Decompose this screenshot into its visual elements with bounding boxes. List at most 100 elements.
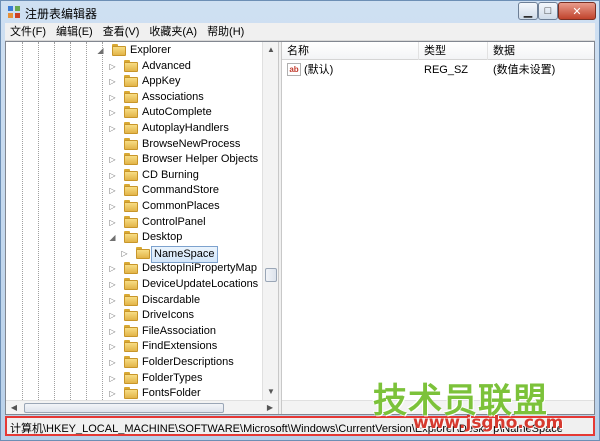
expand-arrow-icon[interactable]: ▷ <box>108 389 117 398</box>
tree-rows: ◢ Explorer ▷ Advanced ▷ AppKey ▷ Associations ▷ A… <box>6 42 261 400</box>
expand-arrow-icon[interactable]: ▷ <box>108 358 117 367</box>
tree-item-label: CommandStore <box>142 184 220 197</box>
tree-item-label: FolderDescriptions <box>142 356 234 368</box>
folder-icon <box>124 200 138 212</box>
tree-item[interactable]: ▷ Associations <box>6 90 261 106</box>
expand-arrow-icon[interactable]: ▷ <box>108 93 117 102</box>
tree-item-label: Desktop <box>142 231 183 244</box>
tree-item[interactable]: ◢ Desktop <box>6 230 261 246</box>
tree-item-label: FindExtensions <box>142 340 218 353</box>
collapse-arrow-icon[interactable]: ◢ <box>108 233 117 242</box>
tree-item[interactable]: ▷ Browser Helper Objects <box>6 152 261 168</box>
folder-icon <box>124 371 138 384</box>
tree-item[interactable]: ◢ Explorer <box>6 43 261 59</box>
scroll-left-icon[interactable]: ◀ <box>6 401 22 414</box>
tree-item[interactable]: BrowseNewProcess <box>6 137 261 153</box>
folder-icon <box>124 106 138 119</box>
scroll-down-icon[interactable]: ▼ <box>263 384 278 400</box>
list-header: 名称 类型 数据 <box>282 42 594 60</box>
tree-item[interactable]: ▷ AutoComplete <box>6 105 261 121</box>
tree-item[interactable]: ▷ CommonPlaces <box>6 199 261 215</box>
tree-item-label: AutoComplete <box>142 106 212 119</box>
close-button[interactable]: ✕ <box>558 2 596 20</box>
expand-arrow-icon[interactable]: ▷ <box>108 155 117 164</box>
expand-arrow-icon[interactable]: ▷ <box>108 374 117 383</box>
tree-item[interactable]: ▷ FolderDescriptions <box>6 355 261 371</box>
expand-arrow-icon[interactable]: ▷ <box>108 186 117 195</box>
expand-arrow-icon[interactable]: ▷ <box>108 296 117 305</box>
expand-arrow-icon[interactable]: ▷ <box>108 280 117 289</box>
folder-icon <box>124 184 138 197</box>
menu-help[interactable]: 帮助(H) <box>202 23 249 41</box>
registry-editor-icon <box>8 6 20 18</box>
tree-item-label: Associations <box>142 90 204 103</box>
maximize-button[interactable]: □ <box>538 2 558 20</box>
expand-arrow-icon[interactable]: ▷ <box>108 77 117 86</box>
tree-item[interactable]: ▷ FindExtensions <box>6 339 261 355</box>
folder-icon <box>124 75 138 88</box>
tree-vertical-scrollbar[interactable]: ▲ ▼ <box>262 42 278 400</box>
minimize-button[interactable]: ▁ <box>518 2 538 20</box>
expand-arrow-icon[interactable]: ▷ <box>108 327 117 336</box>
folder-icon <box>124 231 138 244</box>
column-name[interactable]: 名称 <box>282 42 419 60</box>
expand-arrow-icon[interactable]: ▷ <box>108 342 117 351</box>
tree-item[interactable]: ▷ ControlPanel <box>6 215 261 231</box>
tree-item[interactable]: ▷ Advanced <box>6 59 261 75</box>
title-bar[interactable]: 注册表编辑器 ▁ □ ✕ <box>1 1 599 23</box>
tree-item[interactable]: ▷ CD Burning <box>6 168 261 184</box>
menu-view[interactable]: 查看(V) <box>98 23 145 41</box>
expand-arrow-icon[interactable]: ▷ <box>108 171 117 180</box>
expand-arrow-icon[interactable]: ▷ <box>108 124 117 133</box>
scroll-thumb-horizontal[interactable] <box>24 403 224 413</box>
tree-item[interactable]: ▷ CommandStore <box>6 183 261 199</box>
expand-arrow-icon[interactable]: ▷ <box>108 218 117 227</box>
folder-icon <box>124 387 138 400</box>
scroll-up-icon[interactable]: ▲ <box>263 42 278 58</box>
tree-item[interactable]: ▷ DriveIcons <box>6 308 261 324</box>
values-list: 名称 类型 数据 ab (默认) REG_SZ (数值未设置) <box>282 42 594 414</box>
folder-icon <box>124 90 138 103</box>
expand-arrow-icon[interactable]: ▷ <box>120 249 129 258</box>
list-row[interactable]: ab (默认) REG_SZ (数值未设置) <box>282 62 594 78</box>
collapse-arrow-icon[interactable]: ◢ <box>96 46 105 55</box>
expand-arrow-icon[interactable]: ▷ <box>108 311 117 320</box>
maximize-icon: □ <box>544 5 552 17</box>
tree-item-label: DeviceUpdateLocations <box>142 278 259 290</box>
folder-icon <box>124 215 138 228</box>
column-type[interactable]: 类型 <box>419 42 488 60</box>
tree-item-label: CommonPlaces <box>142 200 220 212</box>
menu-favorites[interactable]: 收藏夹(A) <box>144 23 202 41</box>
column-data[interactable]: 数据 <box>488 42 594 60</box>
scroll-right-icon[interactable]: ▶ <box>262 401 278 414</box>
tree-item[interactable]: ▷ DesktopIniPropertyMap <box>6 261 261 277</box>
scroll-thumb[interactable] <box>265 268 277 282</box>
expand-arrow-icon[interactable]: ▷ <box>108 108 117 117</box>
expand-arrow-icon[interactable]: ▷ <box>108 264 117 273</box>
tree-item[interactable]: ▷ FontsFolder <box>6 386 261 400</box>
expand-arrow-icon[interactable]: ▷ <box>108 202 117 211</box>
tree-item[interactable]: ▷ AutoplayHandlers <box>6 121 261 137</box>
tree-item[interactable]: ▷ FolderTypes <box>6 371 261 387</box>
tree-item[interactable]: ▷ DeviceUpdateLocations <box>6 277 261 293</box>
string-value-icon: ab <box>287 63 301 76</box>
folder-icon <box>124 324 138 337</box>
folder-icon <box>124 356 138 368</box>
tree-item[interactable]: ▷ Discardable <box>6 293 261 309</box>
tree-horizontal-scrollbar[interactable]: ◀ ▶ <box>6 400 278 414</box>
tree-item[interactable]: ▷ AppKey <box>6 74 261 90</box>
tree-item[interactable]: ▷ FileAssociation <box>6 324 261 340</box>
menu-edit[interactable]: 编辑(E) <box>51 23 98 41</box>
tree-item-label: CD Burning <box>142 168 199 181</box>
value-type: REG_SZ <box>424 64 469 76</box>
folder-icon <box>136 246 150 259</box>
tree-item-label: Browser Helper Objects <box>142 153 259 166</box>
tree-item-label: Discardable <box>142 293 201 306</box>
registry-tree: ◢ Explorer ▷ Advanced ▷ AppKey ▷ Associations ▷ A… <box>6 42 278 414</box>
folder-icon <box>124 293 138 306</box>
tree-item-label: DriveIcons <box>142 309 194 322</box>
expand-arrow-icon[interactable]: ▷ <box>108 62 117 71</box>
tree-item[interactable]: ▷ NameSpace <box>6 245 261 263</box>
menu-file[interactable]: 文件(F) <box>5 23 51 41</box>
tree-item-label: FolderTypes <box>142 371 203 384</box>
